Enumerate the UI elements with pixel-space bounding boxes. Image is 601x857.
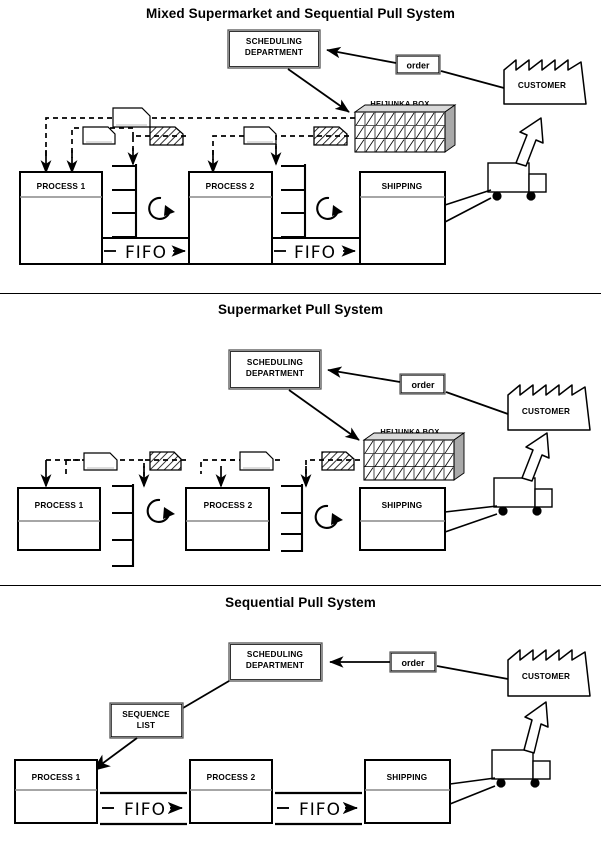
fifo-lane: FIFO — [272, 237, 360, 265]
process-2-box: PROCESS 2 — [189, 759, 273, 824]
scheduling-label-line2: DEPARTMENT — [246, 369, 304, 378]
process-1-box: PROCESS 1 — [19, 171, 103, 265]
truck-icon — [491, 749, 551, 788]
kanban-card-icon — [82, 126, 116, 145]
customer-factory-shape: CUSTOMER — [507, 384, 591, 431]
withdrawal-loop-icon — [314, 504, 343, 529]
process-2-label: PROCESS 2 — [207, 773, 256, 782]
fifo-label-1: FIFO — [124, 800, 166, 820]
sequence-list-label-line1: SEQUENCE — [122, 710, 170, 719]
shipping-label: SHIPPING — [387, 773, 428, 782]
order-box: order — [389, 651, 437, 673]
fifo-label-2: FIFO — [294, 243, 336, 263]
order-to-scheduling-arrow — [327, 366, 401, 383]
scheduling-to-sequence-list-line — [182, 680, 230, 709]
panel-sequential-pull-system: Sequential Pull System SCHEDULING DEPART… — [0, 586, 601, 857]
withdrawal-kanban-card-icon — [149, 451, 182, 471]
kanban-card-icon — [239, 451, 274, 471]
sequence-list-to-process1-arrow — [92, 737, 138, 772]
shipping-to-truck-line-b — [449, 785, 496, 805]
withdrawal-kanban-card-icon — [149, 126, 184, 146]
shipping-to-truck-line-a — [444, 189, 492, 206]
supermarket-icon — [281, 484, 304, 553]
diagram-canvas-mixed: SCHEDULING DEPARTMENT order CUSTOMER HEI… — [0, 0, 601, 294]
customer-label: CUSTOMER — [522, 407, 570, 416]
customer-to-order-line — [436, 665, 509, 680]
scheduling-label-line1: SCHEDULING — [246, 37, 302, 46]
scheduling-label-line1: SCHEDULING — [247, 358, 303, 367]
scheduling-label-line2: DEPARTMENT — [246, 661, 304, 670]
scheduling-label-line1: SCHEDULING — [247, 650, 303, 659]
panel-supermarket-pull-system: Supermarket Pull System SCHEDULING DEPAR… — [0, 294, 601, 586]
withdrawal-loop-icon — [316, 196, 343, 220]
customer-to-order-line — [440, 70, 505, 89]
heijunka-box-icon: HEIJUNKA BOX — [362, 427, 466, 481]
fifo-lane: FIFO — [275, 791, 362, 826]
process-1-box: PROCESS 1 — [17, 487, 101, 551]
diagram-canvas-supermarket: SCHEDULING DEPARTMENT order CUSTOMER HEI… — [0, 294, 601, 586]
supermarket-icon — [281, 164, 307, 239]
shipping-label: SHIPPING — [382, 501, 423, 510]
scheduling-to-heijunka-arrow — [287, 68, 350, 113]
order-box: order — [395, 54, 441, 75]
shipping-label: SHIPPING — [382, 182, 423, 191]
order-label: order — [411, 380, 435, 390]
scheduling-to-heijunka-arrow — [288, 389, 360, 441]
kanban-card-icon — [83, 452, 118, 471]
fifo-label-2: FIFO — [299, 800, 341, 820]
order-box: order — [399, 373, 446, 395]
supermarket-icon — [112, 164, 138, 239]
sequence-list-label-line2: LIST — [137, 721, 156, 730]
fifo-lane: FIFO — [102, 237, 190, 265]
process-1-label: PROCESS 1 — [32, 773, 81, 782]
panel-mixed-pull-system: Mixed Supermarket and Sequential Pull Sy… — [0, 0, 601, 294]
diagram-canvas-sequential: SCHEDULING DEPARTMENT order CUSTOMER SEQ… — [0, 586, 601, 857]
kanban-card-icon — [112, 107, 151, 128]
withdrawal-loop-icon — [148, 196, 175, 220]
process-1-label: PROCESS 1 — [37, 182, 86, 191]
shipping-to-truck-line-b — [444, 197, 492, 223]
order-label: order — [401, 658, 425, 668]
push-arrow-icon — [521, 432, 550, 482]
fifo-lane: FIFO — [100, 791, 187, 826]
scheduling-label-line2: DEPARTMENT — [245, 48, 303, 57]
truck-icon — [487, 162, 547, 201]
withdrawal-loop-icon — [146, 498, 175, 523]
order-to-scheduling-arrow — [326, 46, 397, 64]
scheduling-department-box: SCHEDULING DEPARTMENT — [227, 29, 321, 69]
customer-label: CUSTOMER — [522, 672, 570, 681]
process-1-box: PROCESS 1 — [14, 759, 98, 824]
withdrawal-kanban-card-icon — [313, 126, 348, 146]
kanban-card-icon — [243, 126, 277, 145]
push-arrow-icon — [523, 701, 549, 754]
diagram-page: Mixed Supermarket and Sequential Pull Sy… — [0, 0, 601, 857]
push-arrow-icon — [515, 117, 544, 167]
process-2-label: PROCESS 2 — [204, 501, 253, 510]
heijunka-box-icon: HEIJUNKA BOX — [353, 99, 457, 153]
supermarket-icon — [112, 484, 135, 568]
kanban-dashed-seg-c — [200, 459, 244, 474]
shipping-box: SHIPPING — [359, 487, 446, 551]
shipping-box: SHIPPING — [359, 171, 446, 265]
fifo-label-1: FIFO — [125, 243, 167, 263]
process-1-label: PROCESS 1 — [35, 501, 84, 510]
shipping-box: SHIPPING — [364, 759, 451, 824]
process-2-label: PROCESS 2 — [206, 182, 255, 191]
customer-factory-shape: CUSTOMER — [507, 649, 591, 697]
truck-icon — [493, 477, 553, 516]
customer-factory-shape: CUSTOMER — [503, 59, 587, 105]
customer-to-order-line — [445, 391, 509, 415]
sequence-list-box: SEQUENCE LIST — [109, 702, 184, 739]
process-2-box: PROCESS 2 — [185, 487, 270, 551]
shipping-to-truck-line-a — [449, 777, 496, 785]
order-label: order — [406, 61, 430, 71]
process-2-box: PROCESS 2 — [188, 171, 273, 265]
kanban-dashed-route-mid-right — [212, 135, 244, 160]
customer-label: CUSTOMER — [518, 81, 566, 90]
scheduling-department-box: SCHEDULING DEPARTMENT — [228, 349, 322, 390]
shipping-to-truck-line-a — [444, 505, 498, 513]
withdrawal-kanban-card-icon — [321, 451, 355, 471]
shipping-to-truck-line-b — [444, 513, 498, 533]
scheduling-department-box: SCHEDULING DEPARTMENT — [228, 642, 323, 682]
